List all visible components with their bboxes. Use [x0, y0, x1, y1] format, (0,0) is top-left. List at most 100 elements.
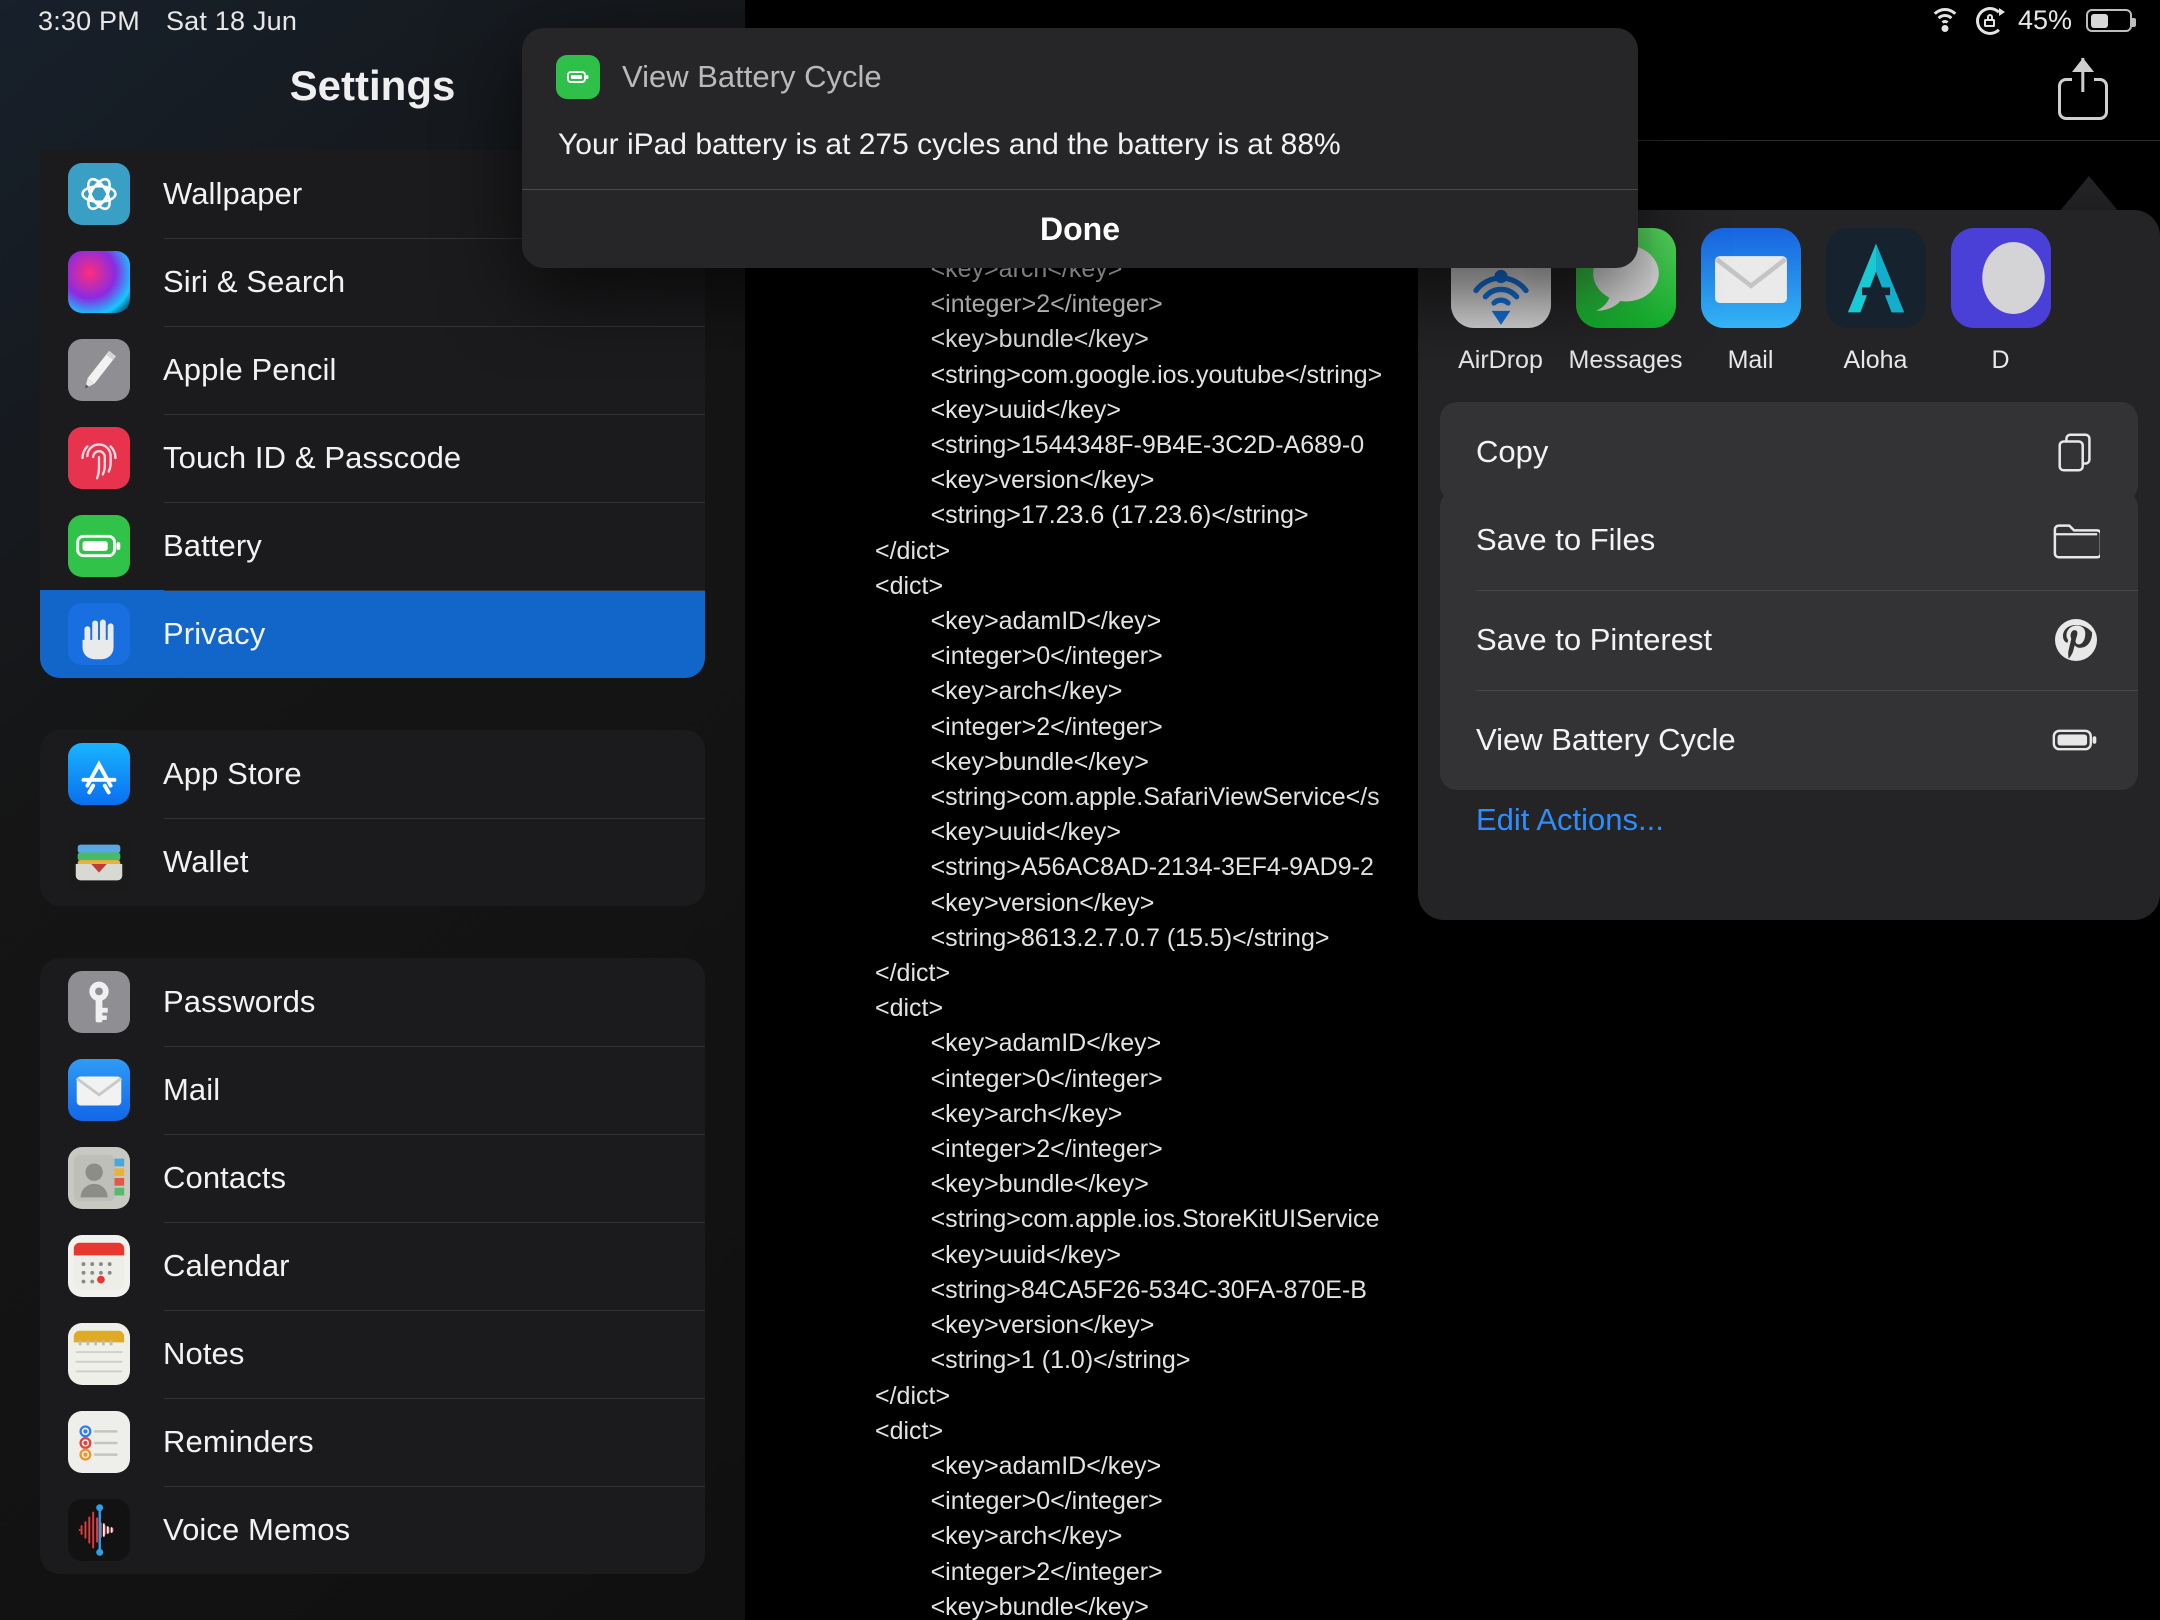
alert-message: Your iPad battery is at 275 cycles and t…: [558, 128, 1341, 161]
code-line: <integer>0</integer>: [875, 1487, 1163, 1516]
share-action-label: View Battery Cycle: [1476, 722, 1736, 757]
sidebar-item-wallet[interactable]: Wallet: [40, 818, 705, 906]
wallet-icon: [68, 831, 130, 893]
code-line: <key>arch</key>: [875, 1522, 1123, 1551]
code-line: <string>84CA5F26-534C-30FA-870E-B: [875, 1275, 1367, 1304]
contacts-icon: [68, 1147, 130, 1209]
share-app-mail[interactable]: Mail: [1688, 228, 1813, 375]
sidebar-item-label: Privacy: [163, 616, 266, 651]
code-line: <key>arch</key>: [875, 1099, 1123, 1128]
code-line: <dict>: [875, 1416, 944, 1445]
sidebar-item-label: Notes: [163, 1336, 245, 1371]
share-app-label: Messages: [1568, 346, 1683, 374]
share-action-group-2: Save to Files Save to Pinterest View Batte…: [1440, 490, 2138, 790]
sidebar-item-app-store[interactable]: App Store: [40, 730, 705, 818]
share-popover-caret: [2059, 176, 2119, 212]
discord-icon: [1950, 228, 2051, 328]
aloha-icon: [1825, 228, 1926, 328]
code-line: <string>1 (1.0)</string>: [875, 1346, 1191, 1375]
share-icon[interactable]: [2054, 58, 2112, 120]
edit-actions-link[interactable]: Edit Actions...: [1476, 802, 1664, 838]
share-app-label: AirDrop: [1458, 346, 1543, 374]
wifi-icon: [1928, 8, 1962, 33]
share-action-save-to-files[interactable]: Save to Files: [1440, 490, 2138, 590]
code-line: <key>version</key>: [875, 1311, 1155, 1340]
code-line: <key>bundle</key>: [875, 1170, 1149, 1199]
battery-settings-icon: [68, 515, 130, 577]
sidebar-item-label: Apple Pencil: [163, 352, 337, 387]
sidebar-item-label: Passwords: [163, 984, 316, 1019]
status-bar-right: 45%: [1928, 5, 2136, 36]
share-app-d[interactable]: D: [1938, 228, 2063, 375]
sidebar-item-label: Voice Memos: [163, 1512, 351, 1547]
share-app-label: Aloha: [1843, 346, 1908, 374]
code-line: </dict>: [875, 1381, 951, 1410]
code-line: <key>bundle</key>: [875, 1592, 1149, 1620]
sidebar-item-label: Touch ID & Passcode: [163, 440, 462, 475]
rotation-lock-icon: [1975, 6, 2005, 35]
code-line: <key>uuid</key>: [875, 1240, 1121, 1269]
mail-icon: [1700, 228, 1801, 328]
code-line: </dict>: [875, 959, 951, 988]
sidebar-item-privacy[interactable]: Privacy: [40, 590, 705, 678]
share-action-group-1: Copy: [1440, 402, 2138, 502]
sidebar-item-reminders[interactable]: Reminders: [40, 1398, 705, 1486]
sidebar-item-label: Wallet: [163, 844, 249, 879]
sidebar-scroll[interactable]: Wallpaper Siri & Search Apple Pencil Touch …: [0, 150, 745, 1620]
code-line: <dict>: [875, 994, 944, 1023]
sidebar-item-apple-pencil[interactable]: Apple Pencil: [40, 326, 705, 414]
alert-title: View Battery Cycle: [622, 59, 882, 94]
alert-header: View Battery Cycle: [522, 28, 1638, 106]
battery-shortcut-icon: [556, 55, 600, 99]
code-line: <key>adamID</key>: [875, 1451, 1162, 1480]
battery-cycle-alert: View Battery Cycle Your iPad battery is …: [522, 28, 1638, 268]
sidebar-item-mail[interactable]: Mail: [40, 1046, 705, 1134]
sidebar-item-label: Mail: [163, 1072, 221, 1107]
sidebar-item-contacts[interactable]: Contacts: [40, 1134, 705, 1222]
reminders-icon: [68, 1411, 130, 1473]
status-time: 3:30 PM: [38, 6, 140, 36]
share-app-aloha[interactable]: Aloha: [1813, 228, 1938, 375]
privacy-hand-icon: [68, 603, 130, 665]
share-action-label: Save to Files: [1476, 522, 1656, 557]
sidebar-item-label: Calendar: [163, 1248, 290, 1283]
sidebar-group-store: App Store Wallet: [40, 730, 705, 906]
done-button[interactable]: Done: [522, 190, 1638, 268]
sidebar-item-label: Siri & Search: [163, 264, 346, 299]
pinterest-icon: [2050, 614, 2102, 666]
battery-cycle-icon: [2050, 714, 2102, 766]
sidebar-item-notes[interactable]: Notes: [40, 1310, 705, 1398]
voice-memos-icon: [68, 1499, 130, 1561]
status-date: Sat 18 Jun: [165, 6, 298, 36]
copy-icon: [2050, 426, 2102, 478]
share-app-label: Mail: [1727, 346, 1774, 374]
touch-id-icon: [68, 427, 130, 489]
sidebar-item-label: Contacts: [163, 1160, 287, 1195]
sidebar-group-apps: Passwords Mail Contacts Calendar Notes Remind…: [40, 958, 705, 1574]
sidebar-item-label: App Store: [163, 756, 302, 791]
sidebar-item-label: Battery: [163, 528, 262, 563]
battery-icon: [2086, 9, 2136, 32]
sidebar-item-touch-id-passcode[interactable]: Touch ID & Passcode: [40, 414, 705, 502]
sidebar-item-label: Wallpaper: [163, 176, 303, 211]
apple-pencil-icon: [68, 339, 130, 401]
sidebar-item-passwords[interactable]: Passwords: [40, 958, 705, 1046]
folder-icon: [2050, 514, 2102, 566]
siri-icon: [68, 251, 130, 313]
share-arrow-head: [2072, 58, 2094, 72]
code-line: <key>adamID</key>: [875, 1029, 1162, 1058]
calendar-icon: [68, 1235, 130, 1297]
mail-icon: [68, 1059, 130, 1121]
share-app-label: D: [1991, 346, 2010, 374]
notes-icon: [68, 1323, 130, 1385]
sidebar-item-label: Reminders: [163, 1424, 314, 1459]
code-line: <integer>0</integer>: [875, 1064, 1163, 1093]
share-action-save-to-pinterest[interactable]: Save to Pinterest: [1440, 590, 2138, 690]
share-action-view-battery-cycle[interactable]: View Battery Cycle: [1440, 690, 2138, 790]
sidebar-item-battery[interactable]: Battery: [40, 502, 705, 590]
sidebar-item-voice-memos[interactable]: Voice Memos: [40, 1486, 705, 1574]
sidebar-item-calendar[interactable]: Calendar: [40, 1222, 705, 1310]
passwords-key-icon: [68, 971, 130, 1033]
battery-percent: 45%: [2017, 5, 2072, 35]
share-action-copy[interactable]: Copy: [1440, 402, 2138, 502]
